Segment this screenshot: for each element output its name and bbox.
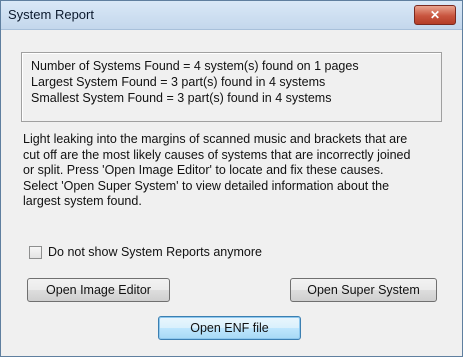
open-enf-file-button[interactable]: Open ENF file (158, 316, 301, 340)
info-line: Select 'Open Super System' to view detai… (23, 178, 390, 193)
info-line: largest system found. (23, 194, 142, 208)
largest-system-text: Largest System Found = 3 part(s) found i… (31, 75, 326, 89)
title-bar[interactable]: System Report ✕ (1, 1, 462, 30)
open-image-editor-button[interactable]: Open Image Editor (27, 278, 170, 302)
hide-reports-label[interactable]: Do not show System Reports anymore (48, 245, 262, 259)
summary-box: Number of Systems Found = 4 system(s) fo… (21, 52, 442, 122)
close-button[interactable]: ✕ (414, 5, 456, 25)
open-super-system-button[interactable]: Open Super System (290, 278, 437, 302)
info-line: cut off are the most likely causes of sy… (23, 147, 411, 162)
info-text: Light leaking into the margins of scanne… (23, 132, 451, 210)
hide-reports-checkbox[interactable] (29, 246, 42, 259)
systems-found-text: Number of Systems Found = 4 system(s) fo… (31, 59, 359, 73)
info-line: or split. Press 'Open Image Editor' to l… (23, 163, 384, 177)
system-report-dialog: System Report ✕ Number of Systems Found … (0, 0, 463, 357)
close-icon: ✕ (429, 8, 441, 22)
smallest-system-text: Smallest System Found = 3 part(s) found … (31, 91, 332, 105)
window-title: System Report (8, 7, 94, 22)
info-line: Light leaking into the margins of scanne… (23, 132, 408, 146)
